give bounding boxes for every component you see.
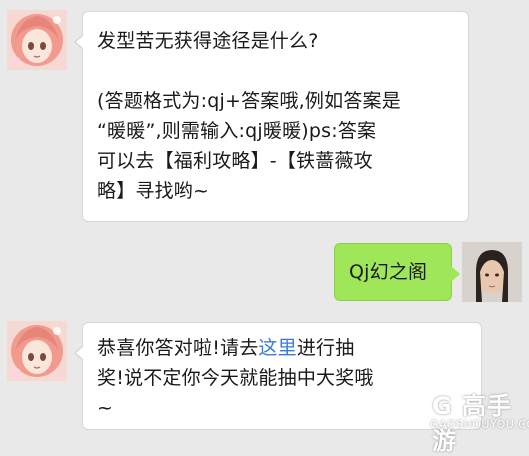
anime-girl-avatar-icon <box>7 321 67 381</box>
question-text: 发型苦无获得途径是什么? <box>97 30 319 52</box>
result-text-post: 进行抽 <box>296 337 355 359</box>
instruction-line-2: “暖暖”,则需输入:qj暖暖)ps:答案 <box>97 120 377 142</box>
user-avatar[interactable] <box>462 242 522 302</box>
watermark: G 高手游 GAOSHOUYOU.COM <box>392 384 529 455</box>
instruction-line-3: 可以去【福利攻略】-【铁蔷薇攻 <box>97 150 373 172</box>
gaoshouyou-logo-icon <box>392 386 430 424</box>
answer-text: Qj幻之阁 <box>349 261 428 283</box>
message-bubble-question[interactable]: 发型苦无获得途径是什么? (答题格式为:qj+答案哦,例如答案是 “暖暖”,则需… <box>74 11 469 222</box>
bot-avatar[interactable] <box>7 10 67 70</box>
result-text-pre: 恭喜你答对啦!请去 <box>97 337 259 359</box>
lottery-link[interactable]: 这里 <box>258 337 296 359</box>
instruction-line-1: (答题格式为:qj+答案哦,例如答案是 <box>97 90 401 112</box>
instruction-line-4: 略】寻找哟~ <box>97 180 210 202</box>
anime-girl-avatar-icon <box>7 10 67 70</box>
message-bubble-answer[interactable]: Qj幻之阁 <box>334 243 460 301</box>
result-line-1: 恭喜你答对啦!请去这里进行抽 <box>97 333 467 363</box>
watermark-domain: GAOSHOUYOU.COM <box>430 418 529 431</box>
bot-avatar-2[interactable] <box>7 321 67 381</box>
user-photo-avatar-icon <box>462 242 522 302</box>
